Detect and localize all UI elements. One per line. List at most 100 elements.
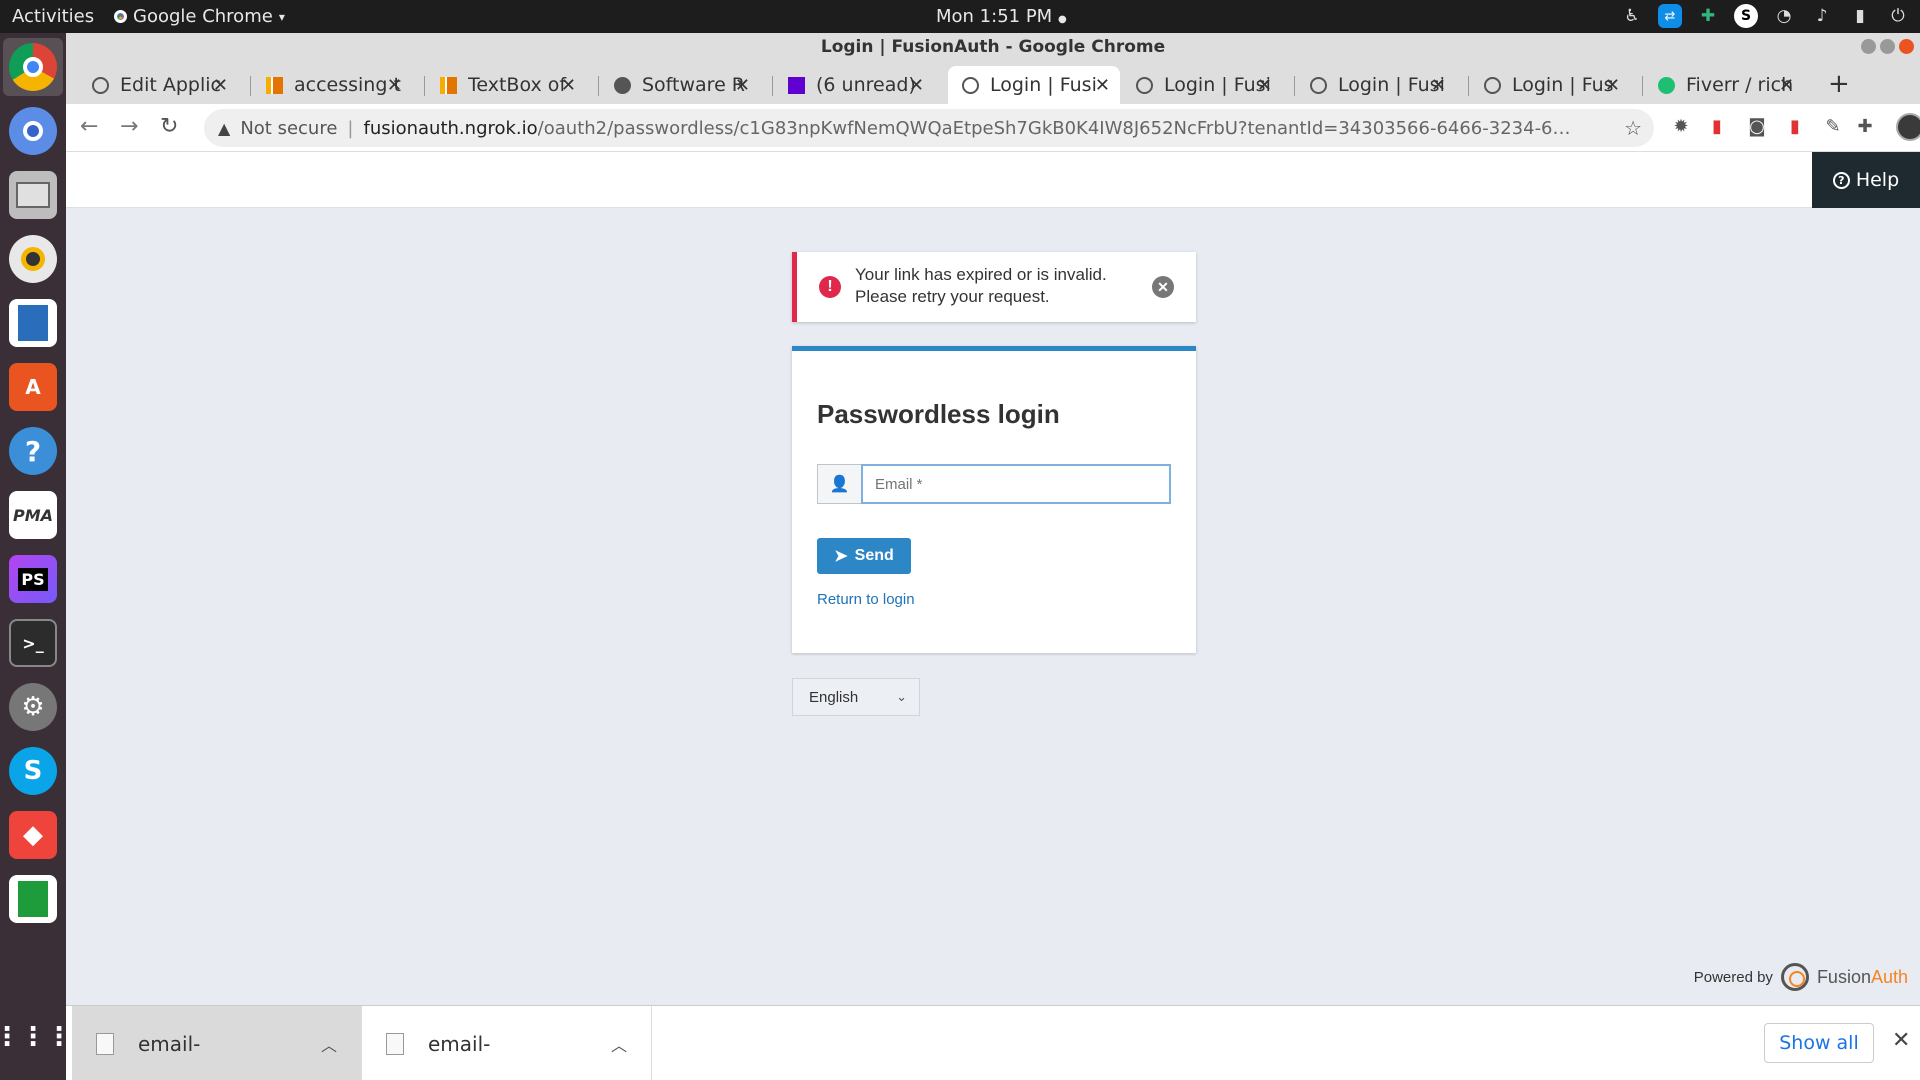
separator: | [347, 117, 354, 139]
extension-gear-icon[interactable]: ✹ [1670, 116, 1692, 138]
tab[interactable]: (6 unread) ✕ [774, 66, 934, 104]
close-tab-icon[interactable]: ✕ [1605, 75, 1620, 96]
help-dock-icon[interactable]: ? [9, 427, 57, 475]
new-tab-button[interactable]: + [1828, 69, 1850, 99]
close-shelf-icon[interactable]: ✕ [1892, 1028, 1910, 1053]
close-tab-icon[interactable]: ✕ [1779, 75, 1794, 96]
tab-separator [250, 76, 251, 96]
skype-tray-icon[interactable]: S [1734, 4, 1758, 28]
warning-icon: ▲ [218, 118, 231, 138]
system-top-bar: Activities Google Chrome ▾ Mon 1:51 PM ●… [0, 0, 1920, 33]
language-select[interactable]: English ⌄ [792, 678, 920, 716]
window-controls [1861, 39, 1914, 54]
close-tab-icon[interactable]: ✕ [387, 75, 402, 96]
forward-button[interactable]: → [120, 114, 138, 139]
tab[interactable]: Software R ✕ [600, 66, 760, 104]
tab[interactable]: Edit Applic ✕ [78, 66, 238, 104]
close-tab-icon[interactable]: ✕ [1257, 75, 1272, 96]
teamviewer-icon[interactable]: ⇄ [1658, 4, 1682, 28]
rhythmbox-dock-icon[interactable] [9, 235, 57, 283]
help-button[interactable]: ? Help [1812, 152, 1920, 208]
calc-dock-icon[interactable] [9, 875, 57, 923]
clock[interactable]: Mon 1:51 PM ● [936, 6, 1067, 27]
close-tab-icon[interactable]: ✕ [909, 75, 924, 96]
chrome-dock-icon[interactable] [9, 43, 57, 91]
send-button[interactable]: ➤ Send [817, 538, 911, 574]
close-window-icon[interactable] [1899, 39, 1914, 54]
battery-icon[interactable]: ▮ [1848, 4, 1872, 28]
power-icon[interactable]: ⏻ [1886, 4, 1910, 28]
analytics-icon [266, 76, 283, 94]
fusionauth-icon [1310, 76, 1327, 94]
app-menu[interactable]: Google Chrome ▾ [114, 6, 285, 27]
camera-icon[interactable]: ◙ [1746, 116, 1768, 138]
download-item[interactable]: email- ︿ [362, 1006, 652, 1080]
download-item[interactable]: email- ︿ [72, 1006, 362, 1080]
accessibility-icon[interactable]: ♿ [1620, 4, 1644, 28]
browser-toolbar: ← → ↻ ▲ Not secure | fusionauth.ngrok.io… [66, 104, 1920, 152]
settings-dock-icon[interactable]: ⚙ [9, 683, 57, 731]
phpstorm-dock-icon[interactable]: PS [9, 555, 57, 603]
maximize-icon[interactable] [1880, 39, 1895, 54]
exclamation-circle-icon: ! [819, 276, 841, 298]
tab[interactable]: Login | Fusi ✕ [1296, 66, 1456, 104]
help-label: Help [1855, 169, 1900, 191]
clock-label: Mon 1:51 PM [936, 6, 1053, 27]
extensions-puzzle-icon[interactable]: ✚ [1854, 116, 1876, 138]
software-center-dock-icon[interactable]: A [9, 363, 57, 411]
tab-active[interactable]: Login | Fusi ✕ [948, 66, 1120, 104]
powered-by: Powered by FusionAuth [1694, 963, 1908, 991]
chevron-up-icon[interactable]: ︿ [321, 1032, 337, 1056]
slack-icon[interactable]: ✚ [1696, 4, 1720, 28]
minimize-icon[interactable] [1861, 39, 1876, 54]
chevron-down-icon: ⌄ [896, 689, 907, 704]
skype-dock-icon[interactable]: S [9, 747, 57, 795]
tab[interactable]: TextBox of ✕ [426, 66, 586, 104]
close-tab-icon[interactable]: ✕ [735, 75, 750, 96]
dismiss-alert-icon[interactable]: ✕ [1152, 276, 1174, 298]
paper-plane-icon: ➤ [834, 548, 848, 565]
reload-button[interactable]: ↻ [160, 114, 178, 139]
tab-separator [1468, 76, 1469, 96]
return-to-login-link[interactable]: Return to login [817, 591, 915, 608]
tab-separator [1642, 76, 1643, 96]
close-tab-icon[interactable]: ✕ [1095, 75, 1110, 96]
show-all-button[interactable]: Show all [1764, 1023, 1874, 1063]
tab[interactable]: Fiverr / rich ✕ [1644, 66, 1804, 104]
chevron-up-icon[interactable]: ︿ [611, 1032, 627, 1056]
show-apps-icon[interactable]: ⋮⋮⋮ [0, 1013, 72, 1061]
tab[interactable]: Login | Fus ✕ [1470, 66, 1630, 104]
chevron-down-icon: ▾ [278, 9, 285, 24]
app-menu-label: Google Chrome [133, 6, 273, 27]
system-tray: ♿ ⇄ ✚ S ◔ ♪ ▮ ⏻ [1620, 4, 1910, 28]
wifi-icon[interactable]: ◔ [1772, 4, 1796, 28]
fiverr-icon [1658, 76, 1675, 94]
extension-red-icon[interactable]: ▮ [1784, 116, 1806, 138]
brand-name: FusionAuth [1817, 967, 1908, 988]
close-tab-icon[interactable]: ✕ [561, 75, 576, 96]
tab[interactable]: accessing t ✕ [252, 66, 412, 104]
question-circle-icon: ? [1832, 171, 1850, 189]
extension-red-icon[interactable]: ▮ [1706, 116, 1728, 138]
writer-dock-icon[interactable] [9, 299, 57, 347]
extension-pen-icon[interactable]: ✎ [1822, 116, 1844, 138]
language-value: English [809, 688, 859, 706]
chrome-icon [114, 10, 127, 23]
close-tab-icon[interactable]: ✕ [1431, 75, 1446, 96]
anydesk-dock-icon[interactable]: ◆ [9, 811, 57, 859]
email-field[interactable] [861, 464, 1171, 504]
terminal-dock-icon[interactable]: >_ [9, 619, 57, 667]
tab[interactable]: Login | Fusi ✕ [1122, 66, 1282, 104]
back-button[interactable]: ← [80, 114, 98, 139]
phpmyadmin-dock-icon[interactable]: PMA [9, 491, 57, 539]
volume-icon[interactable]: ♪ [1810, 4, 1834, 28]
url-host: fusionauth.ngrok.io [363, 117, 538, 139]
close-tab-icon[interactable]: ✕ [213, 75, 228, 96]
chromium-dock-icon[interactable] [9, 107, 57, 155]
profile-avatar[interactable] [1896, 113, 1920, 141]
activities-button[interactable]: Activities [12, 6, 94, 27]
address-bar[interactable]: ▲ Not secure | fusionauth.ngrok.io /oaut… [204, 109, 1654, 147]
files-dock-icon[interactable] [9, 171, 57, 219]
bookmark-star-icon[interactable]: ☆ [1624, 116, 1642, 140]
fusionauth-icon [92, 76, 109, 94]
